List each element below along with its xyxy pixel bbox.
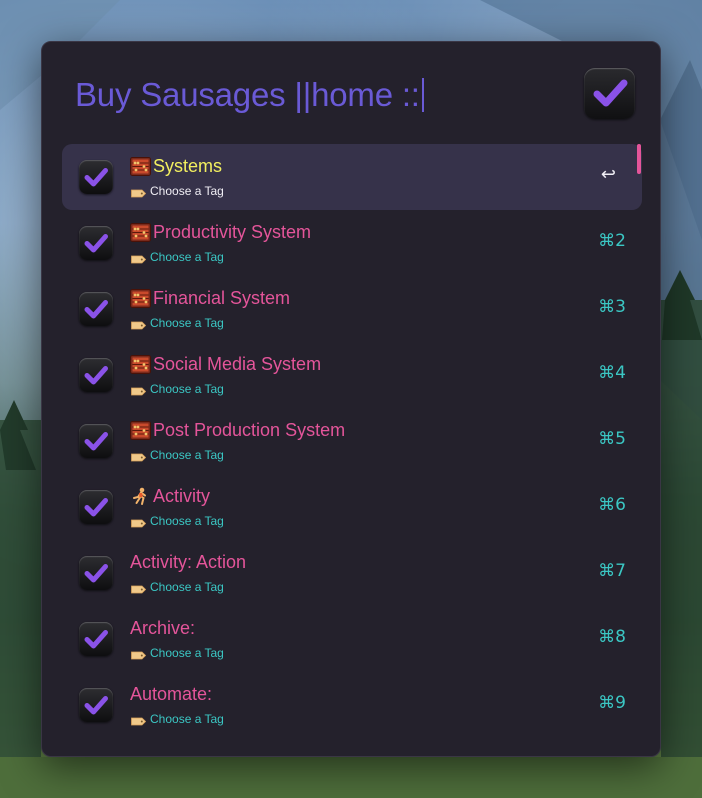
result-title-text: Activity: Action: [130, 552, 247, 572]
result-title-text: Post Production System: [153, 420, 346, 440]
result-subtitle-text: Choose a Tag: [150, 250, 224, 264]
result-row-7[interactable]: Activity: Action Choose a Tag ⌘7: [62, 540, 642, 606]
omnifocus-check-icon: [79, 160, 113, 194]
result-row-3[interactable]: Financial System Choose a Tag ⌘3: [62, 276, 642, 342]
result-shortcut: ⌘2: [598, 231, 626, 251]
result-shortcut: ⌘5: [598, 429, 626, 449]
omnifocus-check-icon: [79, 292, 113, 326]
result-subtitle: Choose a Tag: [131, 712, 224, 726]
tag-icon: [131, 517, 147, 527]
result-title: Financial System: [130, 288, 290, 309]
result-subtitle: Choose a Tag: [131, 448, 224, 462]
result-subtitle-text: Choose a Tag: [150, 382, 224, 396]
tag-icon: [131, 583, 147, 593]
omnifocus-check-icon: [79, 424, 113, 458]
result-title-text: Social Media System: [153, 354, 322, 374]
result-subtitle-text: Choose a Tag: [150, 712, 224, 726]
abacus-emoji-icon: [130, 223, 151, 242]
tag-icon: [131, 187, 147, 197]
result-row-2[interactable]: Productivity System Choose a Tag ⌘2: [62, 210, 642, 276]
result-title-text: Systems: [153, 156, 223, 176]
result-title: Activity: Action: [130, 552, 246, 573]
result-row-8[interactable]: Archive: Choose a Tag ⌘8: [62, 606, 642, 672]
result-title-text: Productivity System: [153, 222, 312, 242]
omnifocus-check-icon: [79, 622, 113, 656]
result-subtitle: Choose a Tag: [131, 250, 224, 264]
text-caret: [421, 78, 424, 112]
result-title: Post Production System: [130, 420, 345, 441]
result-subtitle-text: Choose a Tag: [150, 646, 224, 660]
result-shortcut: ⌘6: [598, 495, 626, 515]
result-subtitle: Choose a Tag: [131, 184, 224, 198]
result-title: Productivity System: [130, 222, 311, 243]
result-title: Automate:: [130, 684, 212, 705]
result-shortcut: ⌘4: [598, 363, 626, 383]
result-row-9[interactable]: Automate: Choose a Tag ⌘9: [62, 672, 642, 738]
result-subtitle-text: Choose a Tag: [150, 514, 224, 528]
result-subtitle-text: Choose a Tag: [150, 580, 224, 594]
omnifocus-check-icon: [584, 68, 635, 119]
abacus-emoji-icon: [130, 355, 151, 374]
results-list: Systems Choose a Tag ↩ Productivity Syst…: [62, 144, 642, 738]
result-title-text: Archive:: [130, 618, 196, 638]
result-title: Social Media System: [130, 354, 321, 375]
tag-icon: [131, 385, 147, 395]
result-title: Archive:: [130, 618, 195, 639]
result-shortcut: ⌘7: [598, 561, 626, 581]
abacus-emoji-icon: [130, 421, 151, 440]
tag-icon: [131, 649, 147, 659]
scrollbar[interactable]: [637, 144, 641, 174]
result-shortcut: ↩: [600, 164, 616, 185]
result-row-1[interactable]: Systems Choose a Tag ↩: [62, 144, 642, 210]
result-title: Systems: [130, 156, 222, 177]
omnifocus-check-icon: [79, 688, 113, 722]
result-subtitle-text: Choose a Tag: [150, 316, 224, 330]
omnifocus-check-icon: [79, 226, 113, 260]
tag-icon: [131, 319, 147, 329]
result-subtitle: Choose a Tag: [131, 382, 224, 396]
result-row-5[interactable]: Post Production System Choose a Tag ⌘5: [62, 408, 642, 474]
result-shortcut: ⌘3: [598, 297, 626, 317]
search-input[interactable]: Buy Sausages ||home ::: [75, 76, 424, 114]
alfred-panel: Buy Sausages ||home :: Systems Choose a …: [41, 41, 661, 757]
result-subtitle: Choose a Tag: [131, 316, 224, 330]
result-subtitle: Choose a Tag: [131, 580, 224, 594]
result-row-4[interactable]: Social Media System Choose a Tag ⌘4: [62, 342, 642, 408]
omnifocus-check-icon: [79, 556, 113, 590]
result-title-text: Activity: [153, 486, 211, 506]
tag-icon: [131, 451, 147, 461]
search-bar[interactable]: Buy Sausages ||home ::: [42, 42, 660, 142]
abacus-emoji-icon: [130, 289, 151, 308]
result-subtitle: Choose a Tag: [131, 646, 224, 660]
tag-icon: [131, 715, 147, 725]
omnifocus-check-icon: [79, 490, 113, 524]
result-shortcut: ⌘8: [598, 627, 626, 647]
result-subtitle: Choose a Tag: [131, 514, 224, 528]
result-subtitle-text: Choose a Tag: [150, 184, 224, 198]
runner-emoji-icon: [130, 487, 151, 506]
tag-icon: [131, 253, 147, 263]
result-shortcut: ⌘9: [598, 693, 626, 713]
result-subtitle-text: Choose a Tag: [150, 448, 224, 462]
abacus-emoji-icon: [130, 157, 151, 176]
result-title-text: Automate:: [130, 684, 213, 704]
result-title: Activity: [130, 486, 210, 507]
omnifocus-check-icon: [79, 358, 113, 392]
result-title-text: Financial System: [153, 288, 291, 308]
result-row-6[interactable]: Activity Choose a Tag ⌘6: [62, 474, 642, 540]
